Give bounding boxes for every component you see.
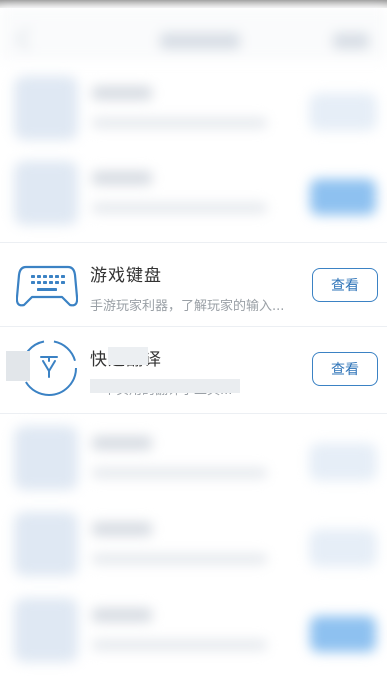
list-item-game-keyboard[interactable]: 游戏键盘 手游玩家利器，了解玩家的输入... 查看: [0, 242, 387, 327]
app-description: [92, 640, 267, 650]
app-title: [92, 608, 152, 622]
view-button[interactable]: [310, 616, 376, 652]
list-item[interactable]: [0, 506, 387, 592]
list-item[interactable]: [0, 70, 387, 156]
list-item-quick-translate[interactable]: 快速翻译 一个实用的翻译小工具... 查看: [0, 327, 387, 413]
divider: [0, 413, 387, 414]
app-icon: [14, 161, 78, 225]
mosaic-blur: [90, 379, 240, 393]
app-icon: [14, 76, 78, 140]
app-description: [92, 118, 267, 128]
view-button[interactable]: 查看: [312, 268, 378, 302]
mosaic-blur: [6, 351, 30, 381]
gamepad-keyboard-icon: [16, 265, 78, 307]
page-title: [160, 33, 240, 49]
app-description: [92, 468, 267, 478]
app-title: [92, 171, 152, 185]
app-title: [92, 522, 152, 536]
app-description: [92, 554, 267, 564]
app-icon: [14, 512, 78, 576]
view-button[interactable]: 查看: [312, 352, 378, 386]
view-button[interactable]: [310, 94, 376, 130]
status-bar: [0, 0, 387, 8]
app-header: [0, 8, 387, 60]
view-button[interactable]: [310, 444, 376, 480]
view-button[interactable]: [310, 179, 376, 215]
app-icon: [14, 598, 78, 662]
list-item[interactable]: [0, 592, 387, 678]
back-arrow-icon[interactable]: [16, 27, 40, 51]
app-title: [92, 436, 152, 450]
list-item[interactable]: [0, 420, 387, 506]
header-action[interactable]: [333, 33, 369, 49]
app-description: 手游玩家利器，了解玩家的输入...: [90, 299, 285, 314]
mosaic-blur: [108, 347, 148, 365]
app-description: [92, 203, 267, 213]
app-title: [92, 86, 152, 100]
list-item[interactable]: [0, 155, 387, 241]
view-button[interactable]: [310, 530, 376, 566]
app-icon: [14, 426, 78, 490]
app-title: 游戏键盘: [90, 266, 162, 286]
